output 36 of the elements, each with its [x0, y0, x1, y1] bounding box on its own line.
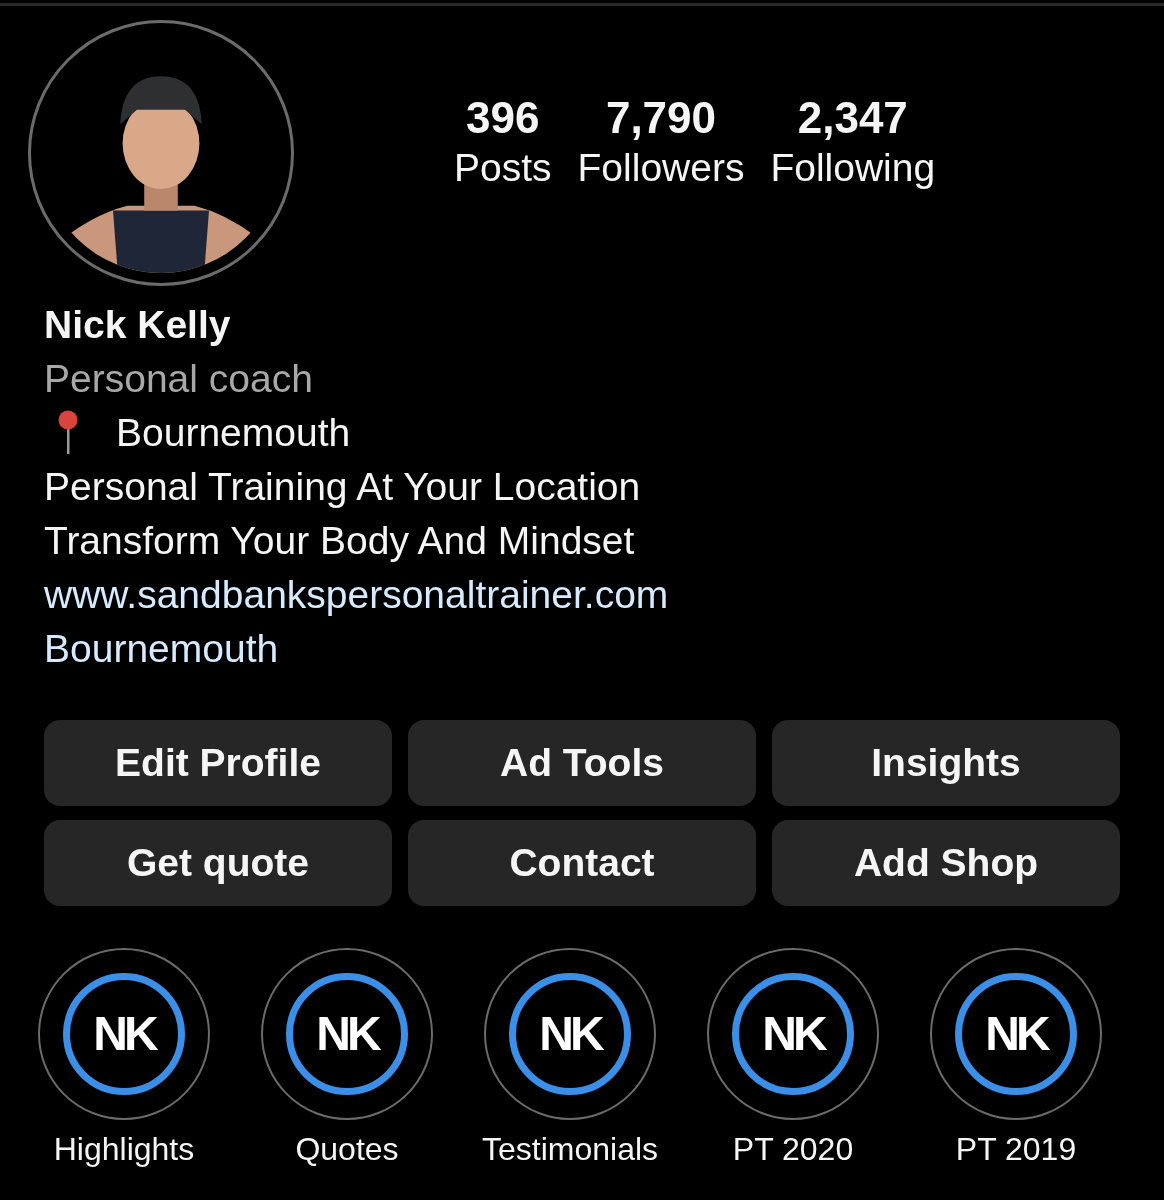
highlight-label[interactable]: Highlights: [53, 1132, 195, 1168]
highlight-logo: NK: [63, 973, 185, 1095]
stat-label[interactable]: Posts: [454, 144, 552, 192]
highlight-label[interactable]: PT 2019: [955, 1132, 1077, 1168]
highlight-label[interactable]: PT 2020: [732, 1132, 854, 1168]
highlight-ring[interactable]: NK: [484, 948, 656, 1120]
highlight-ring[interactable]: NK: [930, 948, 1102, 1120]
bio-link[interactable]: www.sandbankspersonaltrainer.com: [44, 573, 669, 616]
profile-category: Personal coach: [44, 356, 314, 402]
stat-label[interactable]: Followers: [577, 144, 745, 192]
highlight-label[interactable]: Quotes: [295, 1132, 399, 1168]
pin-icon: [58, 410, 78, 456]
highlight-logo: NK: [509, 973, 631, 1095]
profile-name: Nick Kelly: [44, 302, 232, 348]
profile-button[interactable]: Contact: [408, 820, 756, 906]
profile-button[interactable]: Ad Tools: [408, 720, 756, 806]
stat-label[interactable]: Following: [770, 144, 936, 192]
highlight-ring[interactable]: NK: [261, 948, 433, 1120]
stat-count: 2,347: [797, 92, 908, 144]
location-text: Bournemouth: [116, 410, 351, 456]
highlight-logo: NK: [732, 973, 854, 1095]
stat-count: 396: [466, 92, 540, 144]
avatar-ring[interactable]: [28, 20, 294, 286]
bio-line: Transform Your Body And Mindset: [44, 518, 636, 564]
highlight-ring[interactable]: NK: [38, 948, 210, 1120]
highlight-logo: NK: [286, 973, 408, 1095]
profile-button[interactable]: Insights: [772, 720, 1120, 806]
highlight-ring[interactable]: NK: [707, 948, 879, 1120]
profile-button[interactable]: Add Shop: [772, 820, 1120, 906]
profile-button[interactable]: Edit Profile: [44, 720, 392, 806]
stat-count: 7,790: [605, 92, 717, 144]
highlight-logo: NK: [955, 973, 1077, 1095]
bio-line: Personal Training At Your Location: [44, 464, 642, 510]
highlight-label[interactable]: Testimonials: [481, 1132, 659, 1168]
bio-link[interactable]: Bournemouth: [44, 627, 279, 670]
profile-button[interactable]: Get quote: [44, 820, 392, 906]
